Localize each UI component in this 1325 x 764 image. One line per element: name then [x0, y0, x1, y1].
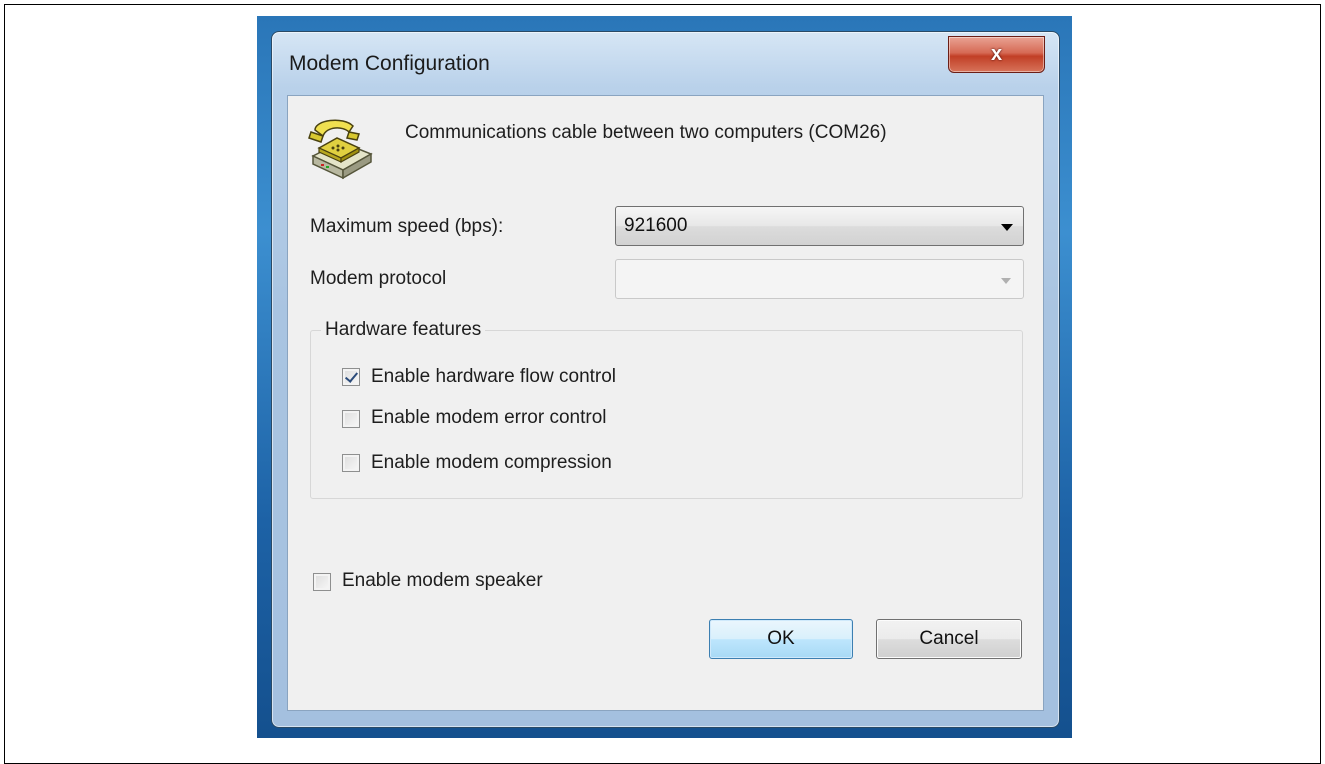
telephone-icon — [308, 119, 373, 180]
modem-protocol-label: Modem protocol — [310, 268, 447, 289]
modem-compression-label[interactable]: Enable modem compression — [371, 452, 612, 474]
window-title: Modem Configuration — [289, 52, 490, 75]
modem-compression-checkbox[interactable] — [342, 454, 360, 472]
modem-error-control-label[interactable]: Enable modem error control — [371, 407, 607, 429]
max-speed-value: 921600 — [624, 215, 688, 236]
close-icon: x — [990, 43, 1003, 65]
cancel-button[interactable]: Cancel — [876, 619, 1022, 659]
chevron-down-icon — [1001, 278, 1011, 284]
hardware-features-legend: Hardware features — [321, 319, 486, 341]
hardware-flow-control-checkbox[interactable] — [342, 368, 360, 386]
max-speed-label: Maximum speed (bps): — [310, 216, 504, 237]
max-speed-select[interactable]: 921600 — [615, 206, 1024, 246]
ok-button[interactable]: OK — [709, 619, 853, 659]
hardware-flow-control-label[interactable]: Enable hardware flow control — [371, 366, 616, 388]
modem-protocol-select — [615, 259, 1024, 299]
modem-speaker-checkbox[interactable] — [313, 573, 331, 591]
close-button[interactable]: x — [948, 36, 1045, 73]
device-name: Communications cable between two compute… — [405, 122, 887, 143]
modem-error-control-checkbox[interactable] — [342, 410, 360, 428]
chevron-down-icon — [1001, 224, 1013, 231]
modem-speaker-label[interactable]: Enable modem speaker — [342, 570, 543, 592]
